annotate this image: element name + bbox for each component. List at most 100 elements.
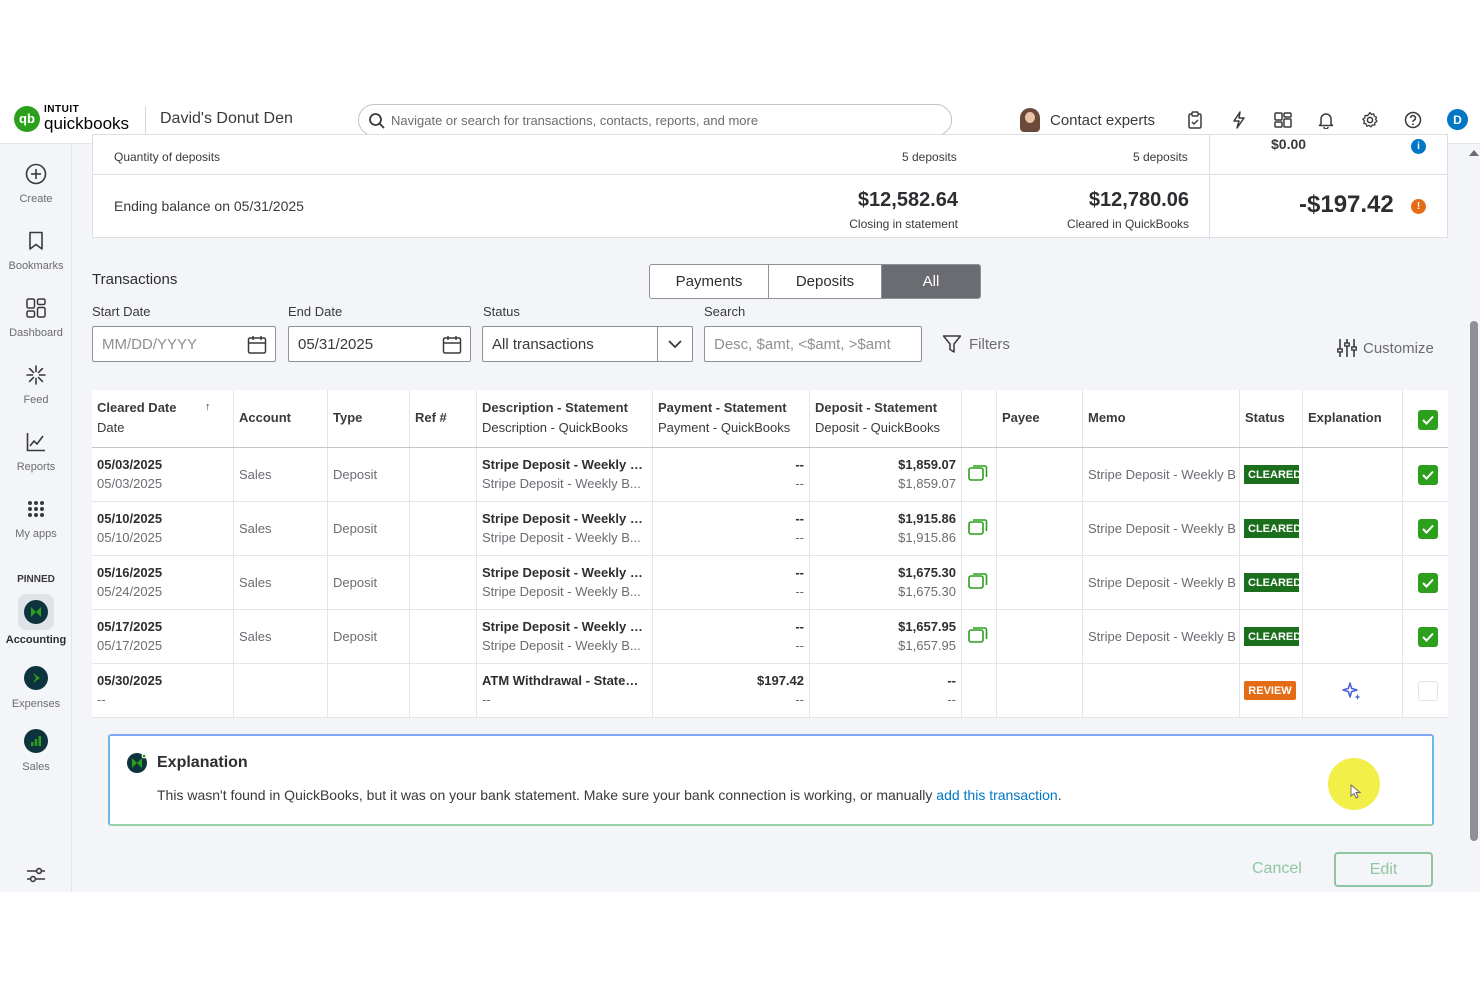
col-pay-quickbooks-label: Payment - QuickBooks (658, 420, 791, 435)
cell-memo: Stripe Deposit - Weekly B (1083, 502, 1240, 555)
sidebar-item-feed[interactable]: Feed (0, 362, 72, 406)
end-date-value: 05/31/2025 (298, 335, 374, 353)
sidebar-item-label: Sales (22, 761, 50, 773)
explanation-header: Explanation (126, 752, 248, 774)
bell-icon[interactable] (1316, 110, 1336, 130)
company-name[interactable]: David's Donut Den (160, 110, 293, 128)
table-row[interactable]: 05/10/2025 05/10/2025 Sales Deposit Stripe D… (92, 502, 1448, 556)
global-search-input[interactable]: Navigate or search for transactions, con… (358, 104, 952, 136)
sort-arrow-icon[interactable]: ↑ (205, 401, 211, 413)
cell-explanation (1303, 448, 1403, 501)
match-link-icon[interactable] (968, 626, 988, 644)
warning-icon[interactable]: ! (1411, 199, 1426, 214)
cell-description: Stripe Deposit - Weekly B... Stripe Depos… (477, 610, 653, 663)
clipboard-icon[interactable] (1185, 110, 1205, 130)
col-ref[interactable]: Ref # (410, 390, 477, 447)
sidebar-item-bookmarks[interactable]: Bookmarks (0, 228, 72, 272)
edit-button[interactable]: Edit (1334, 852, 1433, 887)
help-icon[interactable] (1403, 110, 1423, 130)
col-memo[interactable]: Memo (1083, 390, 1240, 447)
scrollbar-thumb[interactable] (1470, 321, 1478, 841)
sidebar-item-reports[interactable]: Reports (0, 429, 72, 473)
segment-payments[interactable]: Payments (650, 265, 769, 298)
cell-ref (410, 502, 477, 555)
sidebar-item-expenses[interactable]: Expenses (0, 666, 72, 710)
status-badge[interactable]: REVIEW (1244, 681, 1296, 700)
payment-statement: -- (795, 565, 804, 580)
table-row[interactable]: 05/17/2025 05/17/2025 Sales Deposit Stripe D… (92, 610, 1448, 664)
transaction-search-input[interactable]: Desc, $amt, <$amt, >$amt (704, 326, 922, 362)
row-checkbox[interactable] (1418, 573, 1438, 593)
segment-all[interactable]: All (882, 265, 980, 298)
payment-quickbooks: -- (795, 692, 804, 707)
col-deposit[interactable]: Deposit - Statement Deposit - QuickBooks (810, 390, 962, 447)
match-link-icon[interactable] (968, 572, 988, 590)
contact-experts-button[interactable]: Contact experts (1020, 108, 1155, 132)
chevron-down-icon[interactable] (657, 327, 692, 361)
desc-quickbooks: -- (482, 692, 491, 707)
row-checkbox[interactable] (1418, 681, 1438, 701)
txn-date: 05/24/2025 (97, 584, 163, 599)
desc-statement: ATM Withdrawal - Statem... (482, 673, 647, 688)
col-type[interactable]: Type (328, 390, 410, 447)
col-description[interactable]: Description - Statement Description - Qu… (477, 390, 653, 447)
add-transaction-link[interactable]: add this transaction (936, 787, 1057, 803)
txn-date: 05/17/2025 (97, 638, 163, 653)
pinned-heading: PINNED (17, 574, 55, 585)
sidebar-item-label: Expenses (11, 698, 61, 710)
table-row[interactable]: 05/16/2025 05/24/2025 Sales Deposit Stripe D… (92, 556, 1448, 610)
select-all-checkbox[interactable] (1418, 410, 1438, 430)
desc-statement: Stripe Deposit - Weekly B... (482, 511, 647, 526)
gear-icon[interactable] (1360, 110, 1380, 130)
sidebar-item-accounting[interactable]: Accounting (0, 594, 72, 646)
sidebar-item-label: Create (19, 193, 53, 205)
sidebar-item-label: My apps (15, 528, 57, 540)
row-checkbox[interactable] (1418, 627, 1438, 647)
cell-account: Sales (234, 610, 328, 663)
quickbooks-logo[interactable]: qb INTUIT quickbooks (14, 105, 129, 132)
cancel-button[interactable]: Cancel (1252, 860, 1302, 878)
col-payment[interactable]: Payment - Statement Payment - QuickBooks (653, 390, 810, 447)
start-date-field[interactable]: MM/DD/YYYY (92, 326, 276, 362)
sidebar-item-dashboard[interactable]: Dashboard (0, 295, 72, 339)
sidebar-settings-toggle[interactable] (0, 862, 72, 892)
match-link-icon[interactable] (968, 518, 988, 536)
sidebar-item-create[interactable]: Create (0, 161, 72, 205)
desc-statement: Stripe Deposit - Weekly B... (482, 619, 647, 634)
col-payee[interactable]: Payee (997, 390, 1083, 447)
match-link-icon[interactable] (968, 464, 988, 482)
cleared-date: 05/03/2025 (97, 457, 163, 472)
scroll-up-arrow-icon[interactable] (1469, 150, 1479, 156)
cell-select (1403, 502, 1448, 555)
cell-status: CLEARED (1240, 502, 1303, 555)
col-status[interactable]: Status (1240, 390, 1303, 447)
sparkle-icon (0, 362, 72, 388)
col-explanation[interactable]: Explanation (1303, 390, 1403, 447)
memo-value: Stripe Deposit - Weekly B (1088, 575, 1236, 590)
filters-button[interactable]: Filters (942, 334, 1010, 354)
cell-deposit: $1,859.07 $1,859.07 (810, 448, 962, 501)
row-checkbox[interactable] (1418, 465, 1438, 485)
end-date-field[interactable]: 05/31/2025 (288, 326, 471, 362)
sidebar-item-sales[interactable]: Sales (0, 729, 72, 773)
col-account[interactable]: Account (234, 390, 328, 447)
col-match (962, 390, 997, 447)
info-icon[interactable]: i (1411, 139, 1426, 154)
row-checkbox[interactable] (1418, 519, 1438, 539)
sidebar-item-my-apps[interactable]: My apps (0, 496, 72, 540)
transactions-heading: Transactions (92, 271, 178, 288)
col-cleared-date[interactable]: Cleared Date ↑ Date (92, 390, 234, 447)
calendar-icon[interactable] (442, 335, 462, 355)
apps-switch-icon[interactable] (1273, 110, 1293, 130)
calendar-icon[interactable] (247, 335, 267, 355)
cleared-date: 05/30/2025 (97, 673, 163, 688)
segment-deposits[interactable]: Deposits (769, 265, 882, 298)
status-filter-select[interactable]: All transactions (482, 326, 693, 362)
ai-sparkle-icon[interactable] (1341, 680, 1363, 702)
user-avatar[interactable]: D (1447, 109, 1468, 130)
customize-button[interactable]: Customize (1337, 338, 1434, 358)
table-row[interactable]: 05/03/2025 05/03/2025 Sales Deposit Stripe D… (92, 448, 1448, 502)
lightning-icon[interactable] (1229, 110, 1249, 130)
table-row[interactable]: 05/30/2025 -- ATM Withdrawal - Statem... --… (92, 664, 1448, 718)
cell-match (962, 556, 997, 609)
